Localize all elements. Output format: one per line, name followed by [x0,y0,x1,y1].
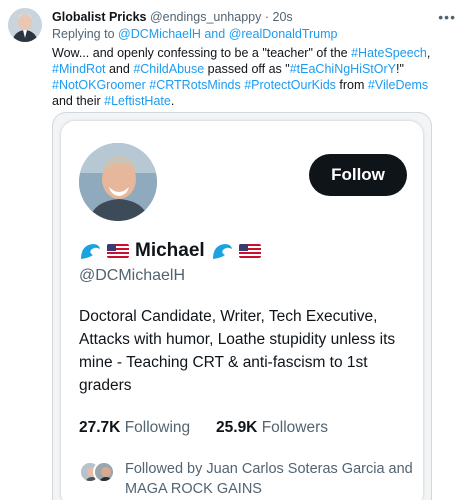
hashtag-teachinghistory[interactable]: #tEaChiNgHiStOrY [290,62,396,76]
reply-mention-realdonaldtrump[interactable]: @realDonaldTrump [229,27,338,41]
hashtag-notokgroomer[interactable]: #NotOKGroomer [52,78,146,92]
replying-to-label: Replying to [52,27,115,41]
hashtag-viledems[interactable]: #VileDems [368,78,428,92]
tweet: ••• Globalist Pricks @endings_unhappy · … [0,0,470,500]
tweet-text-segment: passed off as " [204,62,290,76]
tweet-text: Wow... and openly confessing to be a "te… [52,45,452,109]
wave-icon [211,241,233,261]
followed-by-context[interactable]: Followed by Juan Carlos Soteras Garcia a… [79,459,415,499]
tweet-text-segment: Wow... and openly confessing to be a "te… [52,46,352,60]
hashtag-mindrot[interactable]: #MindRot [52,62,106,76]
tweet-body: Globalist Pricks @endings_unhappy · 20s … [52,9,452,109]
author-display-name[interactable]: Globalist Pricks [52,10,146,24]
profile-handle[interactable]: @DCMichaelH [79,267,185,285]
profile-name[interactable]: Michael [135,240,205,262]
tweet-text-segment: from [335,78,368,92]
us-flag-icon [238,244,261,258]
following-stat[interactable]: 27.7K Following [79,419,190,436]
tweet-text-segment: and [105,62,134,76]
followers-label: Followers [261,419,329,436]
separator-dot: · [264,10,270,24]
mutual-avatars [79,461,119,483]
profile-stats: 27.7K Following 25.9K Followers [79,419,328,437]
tweet-text-segment: !" [396,62,404,76]
us-flag-icon [107,244,129,258]
followers-stat[interactable]: 25.9K Followers [216,419,328,436]
profile-name-row: Michael [79,239,261,263]
author-handle[interactable]: @endings_unhappy [150,10,261,24]
following-count: 27.7K [79,419,121,436]
hashtag-childabuse[interactable]: #ChildAbuse [133,62,204,76]
tweet-text-segment: , [426,46,431,60]
hashtag-leftisthate[interactable]: #LeftistHate [104,94,171,108]
profile-hover-card: Follow Michael @DCMichaelH Doctoral Cand… [61,121,423,500]
follow-button[interactable]: Follow [309,154,407,196]
profile-avatar[interactable] [79,143,157,221]
attached-image[interactable]: Follow Michael @DCMichaelH Doctoral Cand… [52,112,432,500]
tweet-header: Globalist Pricks @endings_unhappy · 20s [52,9,452,25]
tweet-text-segment: . [170,94,175,108]
mutual-avatar [93,461,115,483]
hashtag-protectourkids[interactable]: #ProtectOurKids [244,78,336,92]
following-label: Following [124,419,191,436]
reply-conjunction: and [204,27,226,41]
hashtag-hatespeech[interactable]: #HateSpeech [351,46,427,60]
hashtag-crtrotsminds[interactable]: #CRTRotsMinds [149,78,240,92]
profile-bio: Doctoral Candidate, Writer, Tech Executi… [79,308,396,394]
tweet-timestamp[interactable]: 20s [273,10,293,24]
wave-icon [79,241,101,261]
tweet-text-segment: and their [52,94,105,108]
author-avatar[interactable] [8,8,42,42]
followed-by-text: Followed by Juan Carlos Soteras Garcia a… [125,461,413,497]
followers-count: 25.9K [216,419,258,436]
replying-to: Replying to @DCMichaelH and @realDonaldT… [52,26,452,42]
reply-mention-dcmichaelh[interactable]: @DCMichaelH [118,27,201,41]
